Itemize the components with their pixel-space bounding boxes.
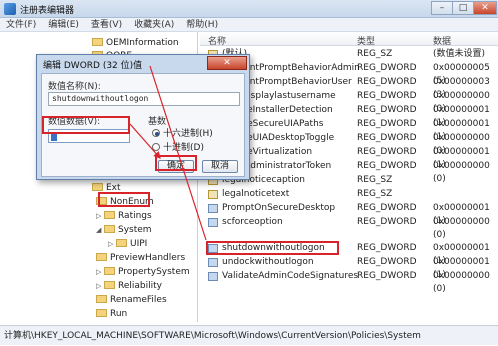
arrow-to-value <box>149 65 207 241</box>
annotation-arrows <box>129 65 207 241</box>
arrow-to-ok <box>129 123 161 159</box>
